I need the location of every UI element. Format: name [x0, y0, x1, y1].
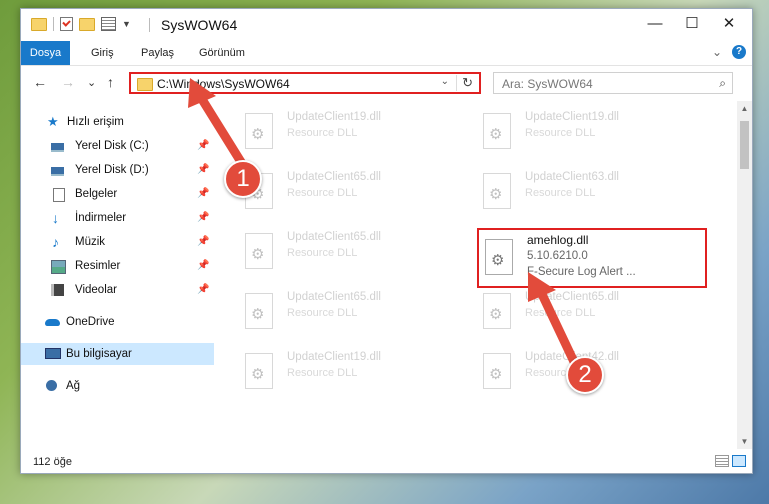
arrow-1-shaft [195, 91, 251, 175]
step-1-badge: 1 [224, 160, 262, 198]
step-2-badge: 2 [566, 356, 604, 394]
annotation-arrows [188, 78, 581, 371]
arrow-2-shaft [535, 285, 581, 371]
